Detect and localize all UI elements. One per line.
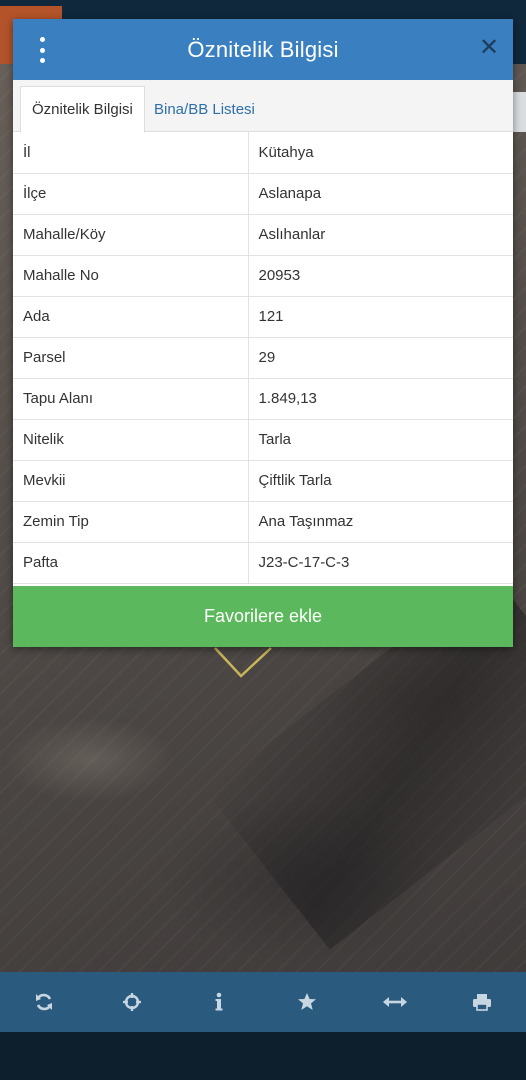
attribute-value: 29 [248,337,513,379]
table-row: Ada 121 [13,296,513,338]
attribute-value: Ana Taşınmaz [248,501,513,543]
attribute-key: Mahalle/Köy [13,214,249,256]
crosshair-icon[interactable] [88,972,176,1032]
tab-building-list[interactable]: Bina/BB Listesi [143,86,266,133]
refresh-icon[interactable] [0,972,88,1032]
bottom-toolbar [0,972,526,1032]
attribute-value: Aslanapa [248,173,513,215]
table-row: İlçe Aslanapa [13,173,513,215]
attribute-value: Çiftlik Tarla [248,460,513,502]
table-row: Tapu Alanı 1.849,13 [13,378,513,420]
attribute-value: Tarla [248,419,513,461]
add-favorite-button[interactable]: Favorilere ekle [13,586,513,647]
attribute-key: Tapu Alanı [13,378,249,420]
attribute-value: 20953 [248,255,513,297]
attribute-key: Mevkii [13,460,249,502]
table-row: Mevkii Çiftlik Tarla [13,460,513,502]
attribute-key: Parsel [13,337,249,379]
map-side-strip [512,92,526,132]
tab-attribute-info[interactable]: Öznitelik Bilgisi [20,86,145,133]
table-row: Zemin Tip Ana Taşınmaz [13,501,513,543]
attribute-key: Mahalle No [13,255,249,297]
attribute-value: 121 [248,296,513,338]
table-row: Parsel 29 [13,337,513,379]
close-icon[interactable]: ✕ [479,36,499,60]
dialog-title: Öznitelik Bilgisi [187,36,339,62]
print-icon[interactable] [438,972,526,1032]
info-icon[interactable] [175,972,263,1032]
vertical-dots-icon[interactable] [33,37,51,63]
dialog-header: Öznitelik Bilgisi ✕ [13,19,513,80]
table-row: İl Kütahya [13,132,513,174]
attribute-key: İlçe [13,173,249,215]
attribute-table: İl Kütahya İlçe Aslanapa Mahalle/Köy Aslıhanl… [13,132,513,584]
attribute-key: İl [13,132,249,174]
table-row: Mahalle/Köy Aslıhanlar [13,214,513,256]
attribute-key: Zemin Tip [13,501,249,543]
attribute-value: Aslıhanlar [248,214,513,256]
table-row: Pafta J23-C-17-C-3 [13,542,513,584]
star-icon[interactable] [263,972,351,1032]
attribute-key: Pafta [13,542,249,584]
system-navigation-band [0,1032,526,1080]
attribute-dialog: Öznitelik Bilgisi ✕ Öznitelik Bilgisi Bi… [13,19,513,647]
table-row: Nitelik Tarla [13,419,513,461]
horizontal-arrows-icon[interactable] [351,972,439,1032]
attribute-key: Nitelik [13,419,249,461]
table-row: Mahalle No 20953 [13,255,513,297]
attribute-key: Ada [13,296,249,338]
dialog-tabs: Öznitelik Bilgisi Bina/BB Listesi [13,80,513,133]
attribute-value: J23-C-17-C-3 [248,542,513,584]
attribute-value: 1.849,13 [248,378,513,420]
attribute-value: Kütahya [248,132,513,174]
